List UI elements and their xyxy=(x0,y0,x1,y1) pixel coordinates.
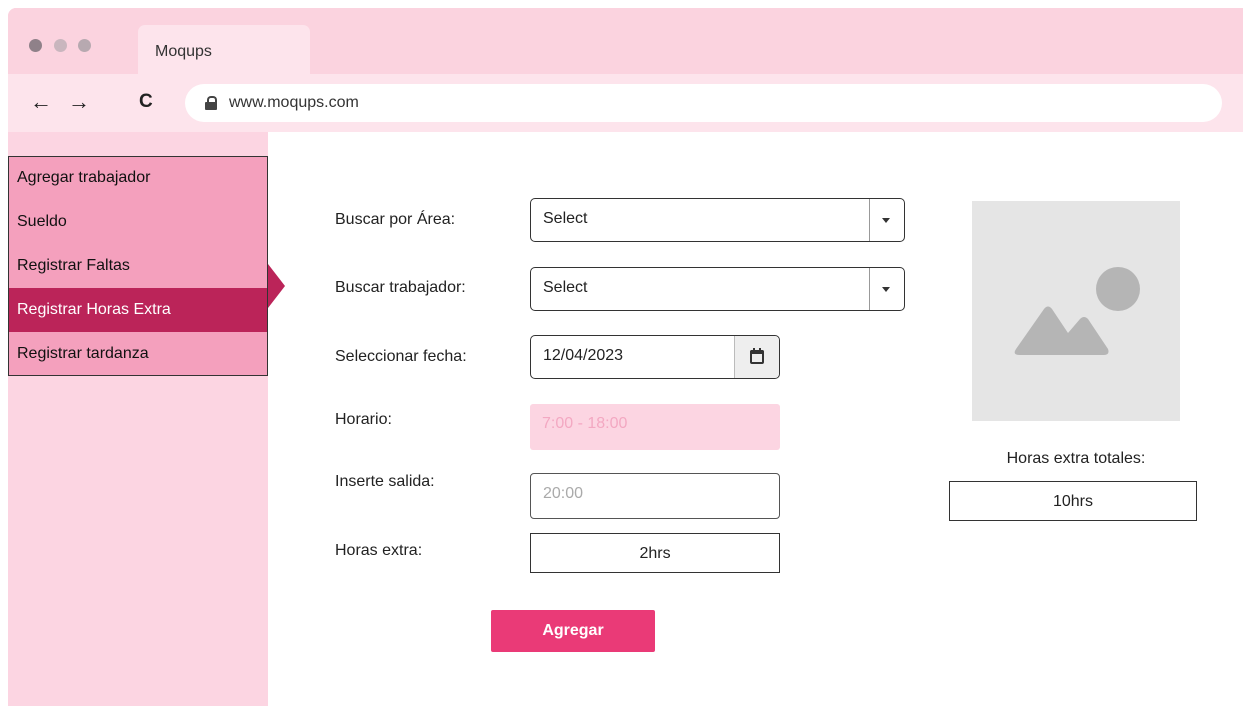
selected-item-pointer xyxy=(268,264,285,308)
exit-label: Inserte salida: xyxy=(335,473,435,490)
agregar-button[interactable]: Agregar xyxy=(491,610,655,652)
date-input[interactable]: 12/04/2023 xyxy=(530,335,780,379)
sidebar-item-registrar-horas-extra[interactable]: Registrar Horas Extra xyxy=(8,288,268,332)
date-picker-button[interactable] xyxy=(734,336,779,378)
exit-time-input[interactable]: 20:00 xyxy=(530,473,780,519)
date-label: Seleccionar fecha: xyxy=(335,348,467,365)
worker-label: Buscar trabajador: xyxy=(335,279,466,296)
browser-window: Moqups ← → C www.moqups.com Agregar trab… xyxy=(8,8,1243,706)
schedule-label: Horario: xyxy=(335,411,392,428)
area-label: Buscar por Área: xyxy=(335,211,456,228)
overtime-label: Horas extra: xyxy=(335,542,423,559)
sidebar-item-agregar-trabajador[interactable]: Agregar trabajador xyxy=(8,156,268,200)
sidebar-item-sueldo[interactable]: Sueldo xyxy=(8,200,268,244)
image-placeholder xyxy=(972,201,1180,421)
browser-tab[interactable]: Moqups xyxy=(138,25,310,75)
date-value: 12/04/2023 xyxy=(543,347,624,364)
sidebar-item-registrar-faltas[interactable]: Registrar Faltas xyxy=(8,244,268,288)
url-text: www.moqups.com xyxy=(229,94,359,111)
image-placeholder-icon xyxy=(1014,267,1140,355)
exit-time-placeholder: 20:00 xyxy=(543,485,584,502)
window-close-dot[interactable] xyxy=(29,39,42,52)
window-maximize-dot[interactable] xyxy=(78,39,91,52)
schedule-field: 7:00 - 18:00 xyxy=(530,404,780,450)
total-overtime-value: 10hrs xyxy=(1052,493,1094,510)
chevron-down-icon xyxy=(882,287,890,292)
sidebar: Agregar trabajador Sueldo Registrar Falt… xyxy=(8,132,268,706)
total-overtime-output: 10hrs xyxy=(949,481,1197,521)
schedule-value: 7:00 - 18:00 xyxy=(542,415,628,432)
tab-title: Moqups xyxy=(155,43,212,60)
overtime-output: 2hrs xyxy=(530,533,780,573)
reload-icon[interactable]: C xyxy=(139,90,153,114)
forward-arrow-icon[interactable]: → xyxy=(68,90,90,114)
worker-select-value: Select xyxy=(543,279,588,296)
address-bar: ← → C www.moqups.com xyxy=(8,74,1243,132)
overtime-value: 2hrs xyxy=(639,545,671,562)
total-overtime-label: Horas extra totales: xyxy=(1006,450,1146,467)
worker-select[interactable]: Select xyxy=(530,267,905,311)
page-content: Agregar trabajador Sueldo Registrar Falt… xyxy=(8,132,1243,706)
sidebar-item-registrar-tardanza[interactable]: Registrar tardanza xyxy=(8,332,268,376)
window-minimize-dot[interactable] xyxy=(54,39,67,52)
area-select-value: Select xyxy=(543,210,588,227)
area-select[interactable]: Select xyxy=(530,198,905,242)
lock-icon xyxy=(205,96,217,110)
tab-strip: Moqups xyxy=(8,8,1243,75)
calendar-icon xyxy=(750,348,764,364)
back-arrow-icon[interactable]: ← xyxy=(30,90,52,114)
url-field[interactable]: www.moqups.com xyxy=(185,84,1222,122)
chevron-down-icon xyxy=(882,218,890,223)
